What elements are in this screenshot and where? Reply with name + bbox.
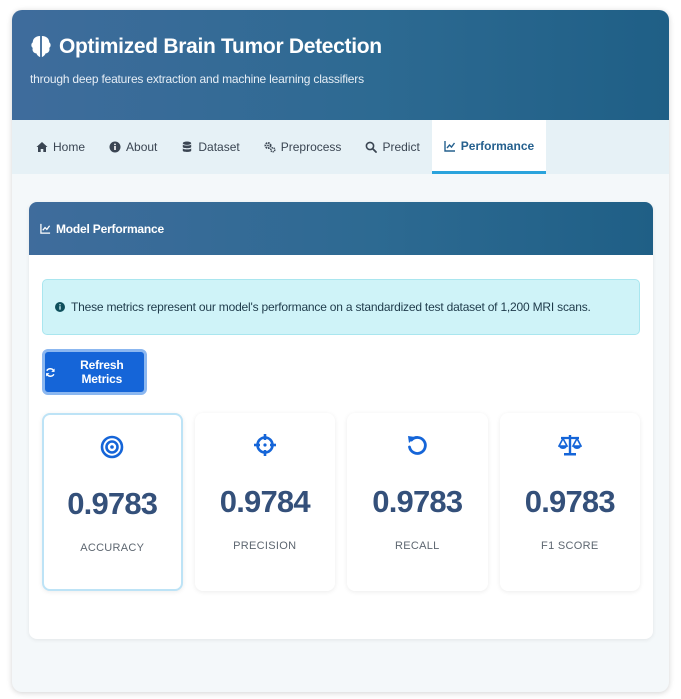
info-text: These metrics represent our model's perf… — [71, 300, 591, 314]
tab-about[interactable]: About — [97, 120, 169, 174]
refresh-label: Refresh Metrics — [80, 358, 124, 386]
metric-card-precision: 0.9784 PRECISION — [194, 413, 336, 591]
database-icon — [183, 141, 192, 152]
tab-predict[interactable]: Predict — [353, 120, 431, 174]
tab-dataset[interactable]: Dataset — [169, 120, 251, 174]
card-body: These metrics represent our model's perf… — [29, 255, 653, 591]
app-window: Optimized Brain Tumor Detection through … — [12, 10, 669, 692]
title-row: Optimized Brain Tumor Detection — [30, 34, 669, 60]
metric-value: 0.9783 — [372, 484, 463, 519]
info-icon — [109, 141, 121, 153]
tab-about-label: About — [126, 140, 158, 154]
tab-preprocess-label: Preprocess — [280, 140, 342, 154]
nav-tabs: Home About Dataset Preprocess Predict Pe… — [12, 120, 669, 174]
refresh-metrics-button[interactable]: Refresh Metrics — [42, 349, 147, 395]
app-title: Optimized Brain Tumor Detection — [59, 35, 382, 58]
tab-home[interactable]: Home — [24, 120, 97, 174]
crosshairs-icon — [253, 434, 276, 456]
metric-card-recall: 0.9783 RECALL — [347, 413, 488, 591]
tab-preprocess[interactable]: Preprocess — [252, 120, 354, 174]
info-alert: These metrics represent our model's perf… — [42, 279, 640, 335]
chart-line-icon — [444, 140, 455, 152]
brain-icon — [31, 36, 51, 58]
cogs-icon — [264, 142, 276, 153]
search-icon — [366, 141, 378, 153]
metrics-row: 0.9783 ACCURACY 0.9784 PRECISION 0.9783 … — [42, 413, 641, 591]
tab-performance[interactable]: Performance — [431, 120, 547, 174]
metric-value: 0.9783 — [524, 484, 616, 519]
tab-dataset-label: Dataset — [198, 140, 240, 154]
metric-label: ACCURACY — [80, 542, 145, 554]
home-icon — [36, 142, 48, 152]
metric-card-f1-score: 0.9783 F1 SCORE — [499, 413, 641, 591]
metric-card-accuracy: 0.9783 ACCURACY — [42, 413, 183, 591]
metric-value: 0.9784 — [219, 484, 311, 519]
tab-home-label: Home — [53, 140, 86, 154]
app-header: Optimized Brain Tumor Detection through … — [12, 10, 669, 120]
app-subtitle: through deep features extraction and mac… — [30, 72, 364, 86]
chart-line-icon — [40, 223, 51, 234]
performance-card: Model Performance These metrics represen… — [29, 202, 653, 639]
bullseye-icon — [100, 435, 124, 459]
main-content: Model Performance These metrics represen… — [12, 174, 669, 639]
balance-scale-icon — [557, 435, 582, 456]
tab-predict-label: Predict — [382, 140, 420, 154]
info-circle-icon — [55, 302, 65, 312]
card-title: Model Performance — [56, 221, 164, 236]
metric-label: F1 SCORE — [541, 540, 599, 552]
metric-value: 0.9783 — [67, 486, 158, 521]
card-header: Model Performance — [29, 202, 653, 255]
metric-label: RECALL — [394, 540, 440, 552]
sync-icon — [46, 367, 55, 377]
tab-performance-label: Performance — [460, 138, 535, 153]
metric-label: PRECISION — [233, 540, 297, 552]
undo-icon — [408, 436, 427, 455]
